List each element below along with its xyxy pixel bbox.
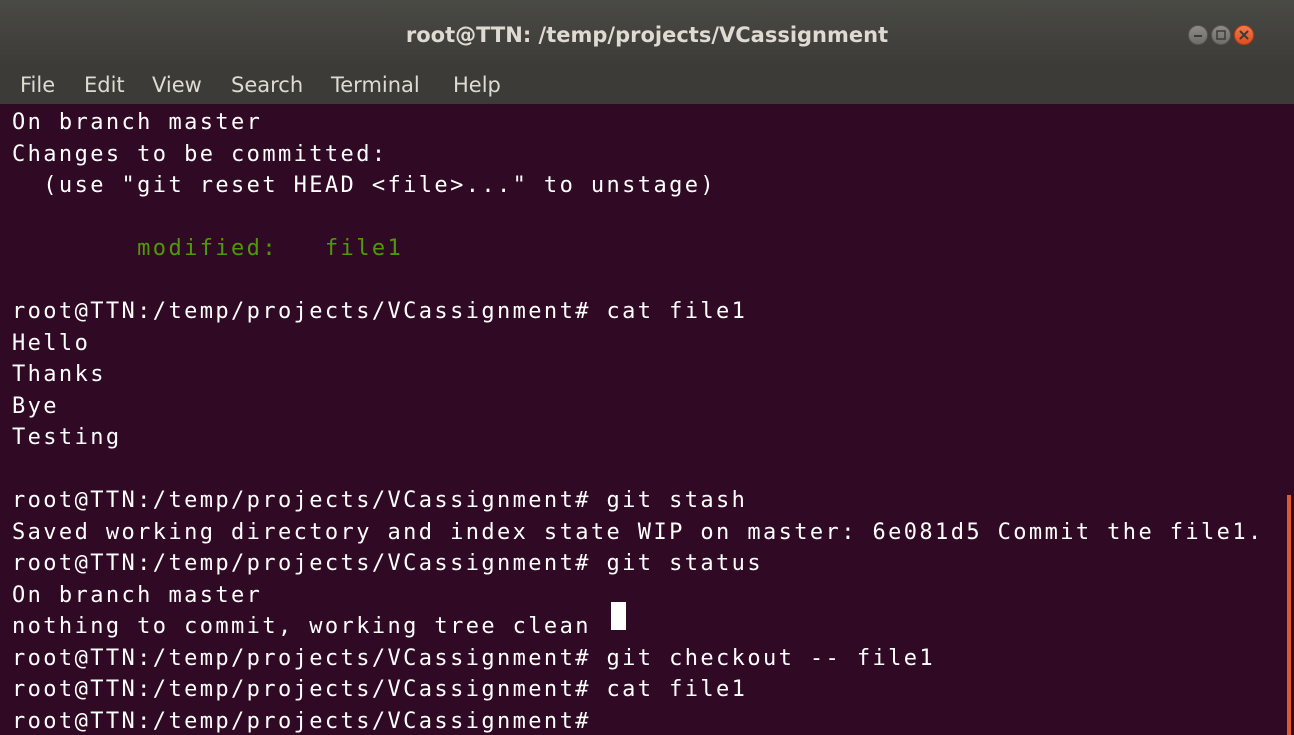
terminal-line: Testing bbox=[12, 425, 122, 450]
terminal-line-prompt: root@TTN:/temp/projects/VCassignment# ca… bbox=[12, 299, 748, 324]
minimize-icon bbox=[1194, 35, 1202, 37]
menu-edit[interactable]: Edit bbox=[82, 68, 127, 102]
menu-file[interactable]: File bbox=[18, 68, 57, 102]
maximize-icon bbox=[1216, 30, 1226, 40]
title-bar[interactable]: root@TTN: /temp/projects/VCassignment bbox=[0, 0, 1294, 66]
minimize-button[interactable] bbox=[1188, 25, 1208, 45]
terminal-line: On branch master bbox=[12, 110, 263, 135]
terminal-current-prompt: root@TTN:/temp/projects/VCassignment# bbox=[12, 708, 607, 734]
terminal-line: Thanks bbox=[12, 362, 106, 387]
terminal-line: Bye bbox=[12, 393, 59, 419]
menu-view[interactable]: View bbox=[150, 68, 204, 102]
menu-help[interactable]: Help bbox=[451, 68, 503, 102]
close-button[interactable] bbox=[1234, 25, 1254, 45]
terminal-line-modified: modified: file1 bbox=[12, 236, 404, 261]
terminal-line-prompt: root@TTN:/temp/projects/VCassignment# gi… bbox=[12, 551, 763, 576]
menu-bar: File Edit View Search Terminal Help bbox=[0, 66, 1294, 104]
menu-terminal[interactable]: Terminal bbox=[329, 68, 422, 102]
terminal-line: Changes to be committed: bbox=[12, 141, 388, 167]
terminal-output[interactable]: On branch master Changes to be committed… bbox=[0, 104, 1294, 735]
scrollbar[interactable] bbox=[1287, 495, 1291, 735]
close-icon bbox=[1239, 30, 1249, 40]
terminal-line: nothing to commit, working tree clean bbox=[12, 614, 591, 639]
terminal-line: Hello bbox=[12, 330, 91, 356]
terminal-line-prompt: root@TTN:/temp/projects/VCassignment# gi… bbox=[12, 488, 748, 513]
window-title: root@TTN: /temp/projects/VCassignment bbox=[405, 23, 889, 47]
maximize-button[interactable] bbox=[1211, 25, 1231, 45]
menu-search[interactable]: Search bbox=[229, 68, 305, 102]
terminal-line-prompt: root@TTN:/temp/projects/VCassignment# ca… bbox=[12, 677, 748, 702]
terminal-line: On branch master bbox=[12, 582, 263, 608]
terminal-line: (use "git reset HEAD <file>..." to unsta… bbox=[12, 173, 717, 198]
terminal-window: root@TTN: /temp/projects/VCassignment Fi… bbox=[0, 0, 1294, 735]
terminal-line-prompt: root@TTN:/temp/projects/VCassignment# gi… bbox=[12, 645, 936, 671]
terminal-line: Saved working directory and index state … bbox=[12, 519, 1264, 545]
text-cursor bbox=[611, 602, 626, 630]
